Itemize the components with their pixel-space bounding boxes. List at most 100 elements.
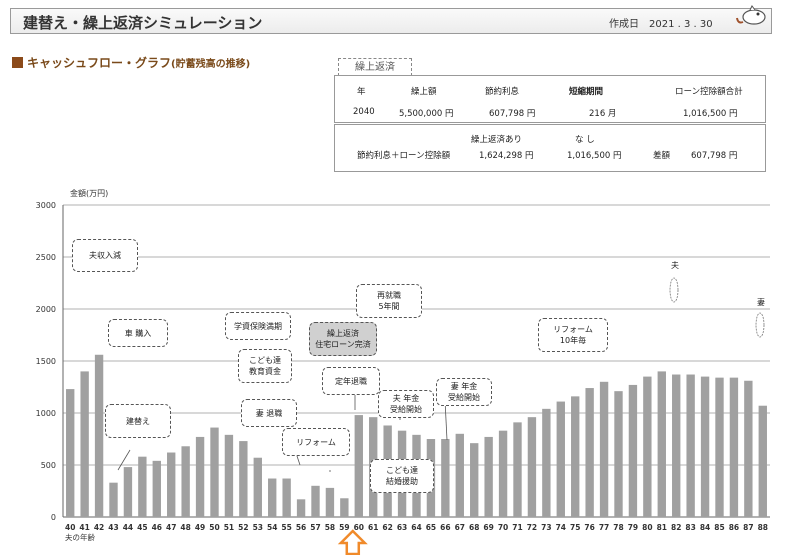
x-tick-label: 62 [382,523,392,532]
x-tick-label: 40 [65,523,75,532]
bar [94,354,104,517]
x-tick-label: 58 [325,523,335,532]
x-tick-label: 68 [469,523,479,532]
annotation-note: 再就職 5年間 [356,284,422,318]
y-tick-label: 1500 [36,357,56,366]
x-tick-label: 70 [498,523,508,532]
x-tick-label: 76 [584,523,594,532]
annotation-note: リフォーム 10年毎 [538,318,608,352]
bar [268,478,277,517]
highlight-arrow-icon [337,529,368,555]
x-tick-label: 43 [108,523,118,532]
x-tick-label: 59 [339,523,349,532]
x-tick-label: 65 [426,523,436,532]
x-tick-label: 47 [166,523,176,532]
bar [109,482,118,517]
bar [441,439,450,517]
x-tick-label: 84 [700,523,710,532]
x-tick-label: 78 [613,523,623,532]
bar [643,376,652,517]
x-tick-label: 72 [527,523,537,532]
x-tick-label: 48 [180,523,190,532]
bar [484,436,493,517]
bar [672,374,681,517]
bar [152,460,161,517]
bar [614,391,623,517]
y-tick-label: 500 [41,461,56,470]
annotation-note: 学資保険満期 [225,312,291,340]
y-tick-label: 2000 [36,305,56,314]
annotation-pointer [117,449,131,471]
x-tick-label: 56 [296,523,306,532]
y-axis-title: 金額(万円) [70,188,108,198]
bar [571,396,580,517]
x-tick-label: 51 [224,523,234,532]
bar [744,380,753,517]
x-tick-label: 44 [123,523,133,532]
bar [700,376,710,517]
bar [556,401,565,517]
bar [181,446,190,517]
y-tick-label: 3000 [36,201,56,210]
x-tick-label: 61 [368,523,378,532]
bar [311,485,320,517]
bar [498,430,508,517]
x-tick-label: 54 [267,523,277,532]
bar [686,374,695,517]
x-tick-label: 41 [79,523,89,532]
bar [282,478,291,517]
x-tick-label: 55 [281,523,291,532]
bar [513,422,522,517]
annotation-note: こども達 教育資金 [238,349,292,383]
x-tick-label: 60 [354,523,364,532]
x-tick-label: 66 [440,523,450,532]
bar [542,408,551,517]
x-tick-label: 81 [657,523,667,532]
x-tick-label: 86 [729,523,739,532]
x-tick-label: 71 [512,523,522,532]
annotation-note: こども達 結婚援助 [370,459,434,493]
bar [296,499,306,517]
x-tick-label: 52 [238,523,248,532]
bar [599,381,609,517]
x-tick-label: 45 [137,523,147,532]
bar [80,371,89,517]
bar [585,388,594,517]
bar [527,417,537,517]
x-tick-label: 82 [671,523,681,532]
x-tick-label: 85 [714,523,724,532]
x-tick-label: 57 [310,523,320,532]
x-tick-label: 80 [642,523,652,532]
x-tick-label: 87 [743,523,753,532]
bar [253,457,262,517]
annotation-note: 夫収入減 [72,239,138,272]
x-tick-label: 88 [758,523,768,532]
bar [729,377,739,517]
annotation-note: 建替え [105,404,171,438]
x-tick-label: 69 [483,523,493,532]
x-tick-label: 49 [195,523,205,532]
bar [167,452,176,517]
x-tick-label: 74 [556,523,566,532]
y-tick-label: 0 [51,513,56,522]
x-tick-label: 83 [685,523,695,532]
bar [66,389,75,517]
annotation-note: リフォーム [282,428,350,456]
bar [210,427,219,517]
x-axis-title: 夫の年齢 [65,532,95,542]
bar [123,467,133,517]
bar [224,434,234,517]
x-tick-label: 73 [541,523,551,532]
y-tick-label: 1000 [36,409,56,418]
annotation-note: 妻 退職 [241,399,297,427]
marker-ellipse [755,312,765,338]
annotation-pointer [444,399,448,441]
annotation-note: 夫 [671,260,679,270]
bar [470,443,479,517]
x-tick-label: 53 [253,523,263,532]
bar [239,441,248,517]
x-tick-label: 67 [455,523,465,532]
x-tick-label: 75 [570,523,580,532]
bar [340,498,349,517]
annotation-note: 妻 年金 受給開始 [436,378,492,406]
